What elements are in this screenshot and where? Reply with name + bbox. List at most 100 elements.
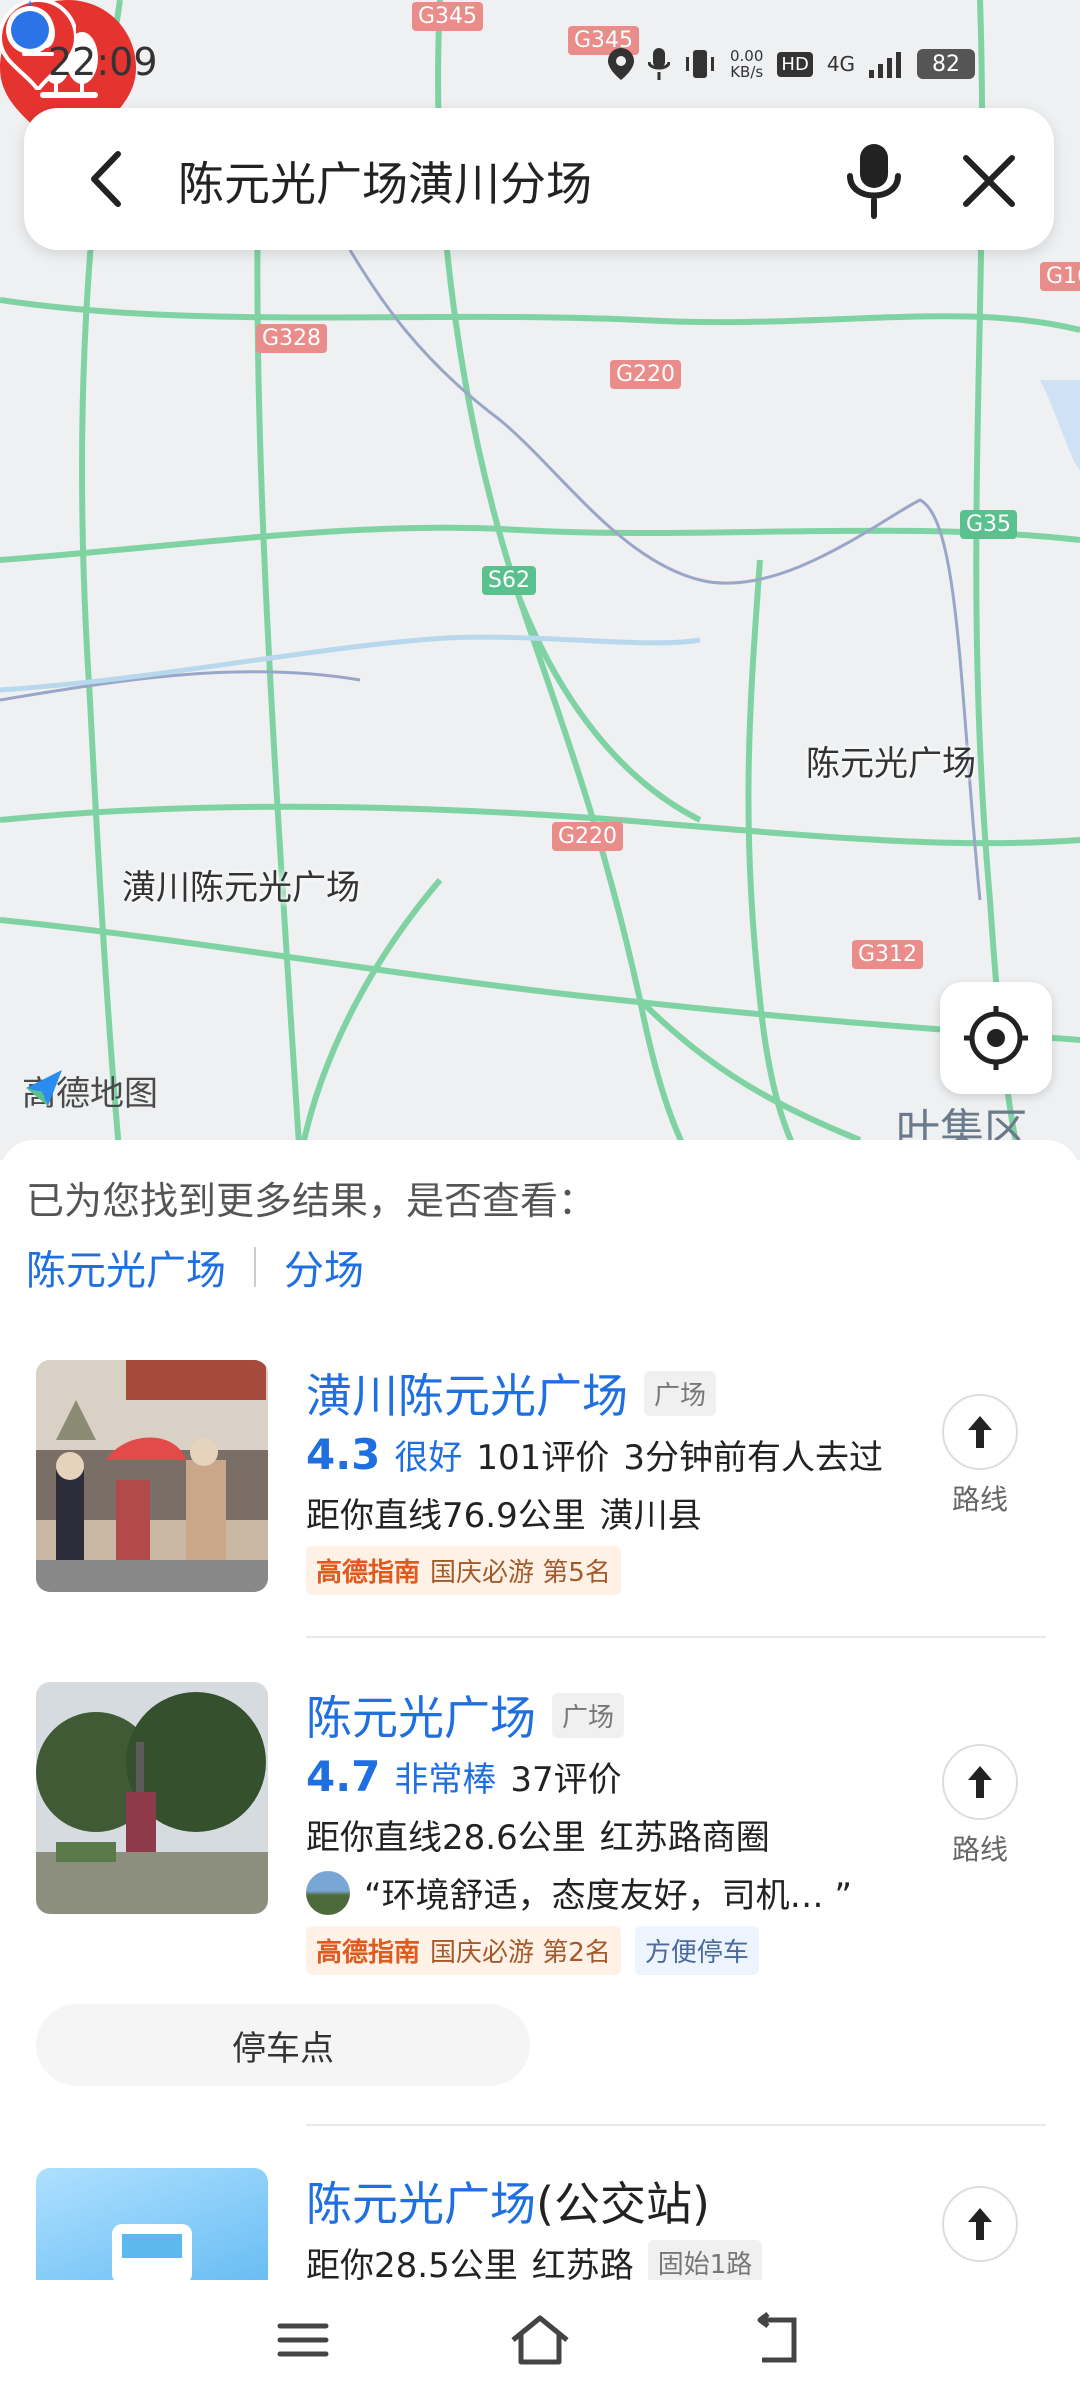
result-title[interactable]: 陈元光广场 [306, 2168, 536, 2234]
route-button[interactable]: 路线 [942, 1744, 1018, 1868]
rating-score: 4.3 [306, 1430, 381, 1479]
rating-row: 4.7 非常棒 37评价 [306, 1752, 622, 1801]
road-label-g220: G220 [610, 360, 682, 389]
distance-text: 距你28.5公里 [306, 2246, 518, 2280]
result-divider [306, 1636, 1046, 1638]
search-bar: 陈元光广场潢川分场 [24, 108, 1054, 250]
reviewer-avatar [306, 1870, 350, 1915]
bus-stop-thumbnail [36, 2168, 268, 2280]
area-text: 潢川县 [599, 1496, 702, 1536]
result-divider [306, 2124, 1046, 2126]
microphone-icon[interactable] [844, 140, 904, 220]
review-count: 37评价 [510, 1760, 622, 1800]
guide-rank: 国庆必游 第2名 [430, 1938, 611, 1968]
network-type: 4G [826, 52, 856, 76]
map-pin-main-label: 潢川陈元光广场 [122, 868, 360, 908]
close-icon[interactable] [954, 146, 1024, 216]
crosshair-icon [964, 1006, 1028, 1070]
route-arrow-icon [968, 1766, 992, 1798]
suggestion-divider [254, 1247, 256, 1287]
result-item-3[interactable]: 陈元光广场 (公交站) 距你28.5公里 红苏路 固始1路 [0, 2168, 1080, 2280]
mic-status-icon [648, 48, 670, 80]
result-item-2[interactable]: 陈元光广场 广场 4.7 非常棒 37评价 距你直线28.6公里 红苏路商圈 “… [0, 1682, 1080, 2012]
category-tag: 广场 [644, 1370, 717, 1416]
route-arrow-icon [968, 1416, 992, 1448]
badge-row: 高德指南 国庆必游 第2名 方便停车 [306, 1926, 759, 1975]
result-title-row: 潢川陈元光广场 广场 [306, 1360, 717, 1426]
distance-row: 距你直线76.9公里 潢川县 [306, 1488, 702, 1537]
system-nav-bar [0, 2280, 1080, 2408]
battery-icon: 82 [917, 49, 976, 79]
area-text: 红苏路商圈 [599, 1818, 770, 1858]
route-label: 路线 [951, 1833, 1008, 1866]
route-arrow-icon [968, 2208, 992, 2240]
road-label-g312: G312 [852, 940, 924, 969]
rating-row: 4.3 很好 101评价 3分钟前有人去过 [306, 1430, 883, 1479]
result-photo-2 [36, 1682, 268, 1914]
more-results-hint: 已为您找到更多结果，是否查看： [26, 1179, 597, 1223]
route-circle [942, 1744, 1018, 1820]
review-quote-row: “环境舒适，态度友好，司机… ” [306, 1868, 852, 1917]
parking-badge: 方便停车 [634, 1926, 759, 1975]
guide-badge: 高德指南 国庆必游 第5名 [306, 1546, 621, 1595]
network-speed: 0.00 KB/s [730, 47, 764, 81]
bus-line-tag: 固始1路 [647, 2240, 763, 2280]
review-count: 101评价 [476, 1438, 610, 1478]
result-item-1[interactable]: 潢川陈元光广场 广场 4.3 很好 101评价 3分钟前有人去过 距你直线76.… [0, 1360, 1080, 1680]
route-button[interactable] [942, 2186, 1018, 2262]
amap-logo-icon [26, 1070, 62, 1106]
status-time: 22:09 [48, 40, 158, 84]
category-tag: 广场 [552, 1692, 625, 1738]
route-circle [942, 2186, 1018, 2262]
status-bar: 22:09 0.00 KB/s HD 4G 82 [0, 0, 1080, 120]
review-quote: “环境舒适，态度友好，司机… ” [364, 1876, 853, 1916]
map-pin-secondary-label: 陈元光广场 [806, 744, 976, 784]
rating-word: 非常棒 [394, 1760, 497, 1800]
suggestion-link-1[interactable]: 陈元光广场 [26, 1238, 226, 1296]
result-title-row: 陈元光广场 (公交站) [306, 2168, 710, 2234]
recent-visit: 3分钟前有人去过 [623, 1438, 883, 1478]
back-icon[interactable] [742, 2310, 812, 2370]
guide-rank: 国庆必游 第5名 [430, 1558, 611, 1588]
route-button[interactable]: 路线 [942, 1394, 1018, 1518]
battery-level: 82 [932, 51, 961, 77]
bus-icon [112, 2224, 192, 2280]
menu-icon[interactable] [268, 2310, 338, 2370]
route-label: 路线 [951, 1483, 1008, 1516]
result-title-suffix: (公交站) [536, 2177, 710, 2231]
back-arrow-icon[interactable] [74, 144, 144, 214]
suggestion-link-2[interactable]: 分场 [284, 1238, 364, 1296]
status-icons: 0.00 KB/s HD 4G 82 [608, 47, 976, 81]
vibrate-icon [686, 50, 714, 78]
suggestion-links: 陈元光广场 分场 [26, 1238, 364, 1296]
road-label-g35: G35 [960, 510, 1018, 539]
signal-icon [869, 52, 902, 78]
hd-badge: HD [777, 51, 813, 77]
result-photo-1 [36, 1360, 268, 1592]
road-label-g220-2: G220 [552, 822, 624, 851]
guide-badge: 高德指南 国庆必游 第2名 [306, 1926, 621, 1975]
result-thumbnail [36, 1360, 268, 1592]
result-title[interactable]: 潢川陈元光广场 [306, 1360, 628, 1426]
location-status-icon [608, 48, 634, 80]
result-title[interactable]: 陈元光广场 [306, 1682, 536, 1748]
route-circle [942, 1394, 1018, 1470]
distance-text: 距你直线28.6公里 [306, 1818, 586, 1858]
amap-logo: 高德地图 [22, 1066, 158, 1115]
road-label-s62: S62 [482, 566, 536, 595]
guide-brand: 高德指南 [316, 1938, 421, 1968]
rating-score: 4.7 [306, 1752, 381, 1801]
distance-row: 距你直线28.6公里 红苏路商圈 [306, 1810, 770, 1859]
rating-word: 很好 [394, 1438, 463, 1478]
distance-row: 距你28.5公里 红苏路 固始1路 [306, 2238, 763, 2280]
result-title-row: 陈元光广场 广场 [306, 1682, 625, 1748]
distance-text: 距你直线76.9公里 [306, 1496, 586, 1536]
road-label-g328: G328 [256, 324, 328, 353]
search-input[interactable]: 陈元光广场潢川分场 [178, 148, 592, 214]
locate-me-button[interactable] [940, 982, 1052, 1094]
parking-spots-button[interactable]: 停车点 [36, 2004, 530, 2086]
guide-brand: 高德指南 [316, 1558, 421, 1588]
results-panel: 已为您找到更多结果，是否查看： 陈元光广场 分场 潢川陈元光广场 广场 4.3 … [0, 1140, 1080, 2280]
home-icon[interactable] [505, 2310, 575, 2370]
badge-row: 高德指南 国庆必游 第5名 [306, 1546, 621, 1595]
